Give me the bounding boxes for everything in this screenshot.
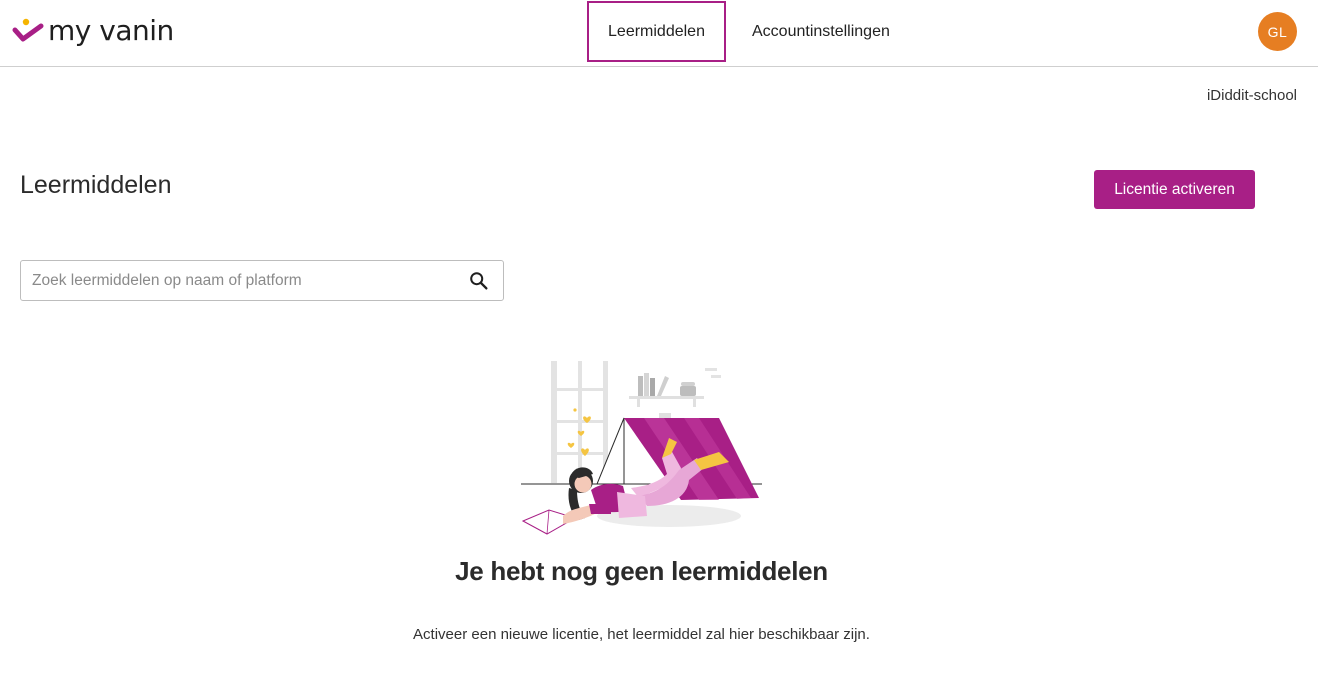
school-switcher[interactable]: iDiddit-school xyxy=(1207,87,1297,104)
my-vanin-logo[interactable]: my vanin xyxy=(12,14,174,48)
top-navigation-bar: my vanin Leermiddelen Accountinstellinge… xyxy=(0,0,1318,67)
check-with-dot-icon xyxy=(12,18,44,42)
empty-state-description: Activeer een nieuwe licentie, het leermi… xyxy=(413,626,870,643)
nav-tab-leermiddelen[interactable]: Leermiddelen xyxy=(587,1,726,62)
search-input[interactable] xyxy=(21,261,461,300)
activate-license-button[interactable]: Licentie activeren xyxy=(1094,170,1255,209)
search-box xyxy=(20,260,504,301)
main-nav: Leermiddelen Accountinstellingen xyxy=(587,1,890,62)
empty-state-title: Je hebt nog geen leermiddelen xyxy=(455,556,828,586)
girl-reading-under-tent-illustration xyxy=(521,361,762,535)
nav-tab-accountinstellingen[interactable]: Accountinstellingen xyxy=(726,1,890,62)
logo-text: my vanin xyxy=(48,14,174,47)
user-avatar[interactable]: GL xyxy=(1258,12,1297,51)
page-title: Leermiddelen xyxy=(20,171,172,199)
search-icon[interactable] xyxy=(468,270,490,292)
